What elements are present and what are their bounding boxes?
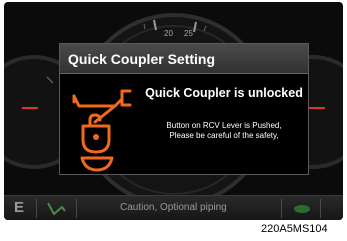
divider [281,199,282,218]
gauge-tick-25: 25 [184,29,193,38]
divider [76,199,77,218]
divider [36,199,37,218]
status-indicator-icon [294,205,310,213]
figure-caption: 220A5MS104 [261,223,328,235]
quick-coupler-unlock-icon [72,89,132,172]
dialog-detail-line-2: Please be careful of the safety, [169,131,279,140]
caution-message: Caution, Optional piping [120,202,227,213]
bottom-status-bar: E Caution, Optional piping [4,195,343,220]
dialog-detail-line-1: Button on RCV Lever is Pushed, [166,121,282,130]
dialog-detail: Button on RCV Lever is Pushed, Please be… [140,121,308,141]
mode-indicator: E [14,199,25,216]
dialog-message: Quick Coupler is unlocked [145,86,303,100]
quick-coupler-dialog: Quick Coupler Setting Quick Coupler is u… [59,43,309,175]
dialog-title: Quick Coupler Setting [60,44,308,74]
display-screen: 20 25 Quick Coupler Setting Quick Couple… [4,2,343,220]
excavator-arm-icon [47,202,66,215]
divider [320,199,321,218]
gauge-tick-20: 20 [164,29,173,38]
